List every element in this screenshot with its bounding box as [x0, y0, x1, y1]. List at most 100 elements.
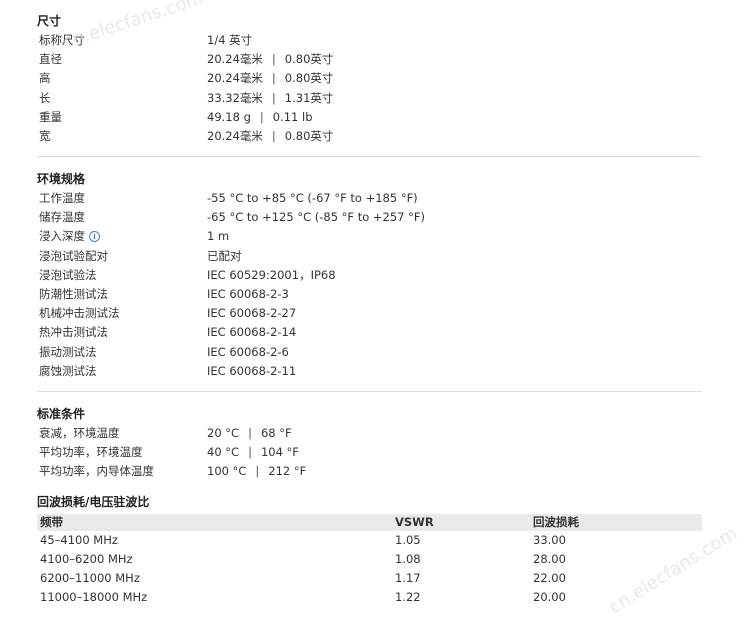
- spec-label: 重量: [39, 109, 62, 124]
- spec-value: 20.24毫米 | 0.80英寸: [207, 69, 333, 88]
- table-cell: 1.17: [395, 571, 421, 585]
- spec-row: 高 20.24毫米 | 0.80英寸: [37, 69, 702, 88]
- spec-value: IEC 60068-2-27: [207, 306, 297, 321]
- separator: |: [271, 52, 276, 67]
- imperial-value: 0.80英寸: [284, 52, 334, 67]
- spec-value: -65 °C to +125 °C (-85 °F to +257 °F): [207, 210, 425, 225]
- spec-value: IEC 60068-2-14: [207, 325, 297, 340]
- table-cell: 45–4100 MHz: [40, 533, 118, 547]
- section-title: 尺寸: [37, 14, 62, 28]
- section-title: 回波损耗/电压驻波比: [37, 495, 150, 509]
- spec-value: 20.24毫米 | 0.80英寸: [207, 50, 333, 69]
- spec-label: 热冲击测试法: [39, 325, 108, 340]
- spec-label: 长: [39, 90, 51, 105]
- separator: |: [271, 90, 276, 105]
- spec-row: 标称尺寸 1/4 英寸: [37, 31, 702, 50]
- table-cell: 4100–6200 MHz: [40, 552, 133, 566]
- spec-label: 标称尺寸: [39, 33, 85, 47]
- imperial-value: 68 °F: [260, 426, 292, 440]
- table-cell: 28.00: [533, 552, 566, 566]
- table-cell: 1.22: [395, 590, 421, 604]
- spec-row: 浸泡试验配对 已配对: [37, 247, 702, 266]
- divider: [37, 391, 702, 392]
- spec-row: 平均功率，内导体温度 100 °C | 212 °F: [37, 462, 702, 481]
- table-cell: 6200–11000 MHz: [40, 571, 140, 585]
- spec-label: 平均功率，环境温度: [39, 445, 143, 460]
- table-header: 频带 VSWR 回波损耗: [37, 514, 702, 531]
- spec-row: 长 33.32毫米 | 1.31英寸: [37, 89, 702, 108]
- spec-value: -55 °C to +85 °C (-67 °F to +185 °F): [207, 191, 418, 205]
- table-row: 11000–18000 MHz 1.22 20.00: [37, 588, 702, 607]
- spec-value: IEC 60068-2-3: [207, 286, 289, 301]
- metric-value: 20.24毫米: [207, 52, 263, 67]
- divider: [37, 156, 702, 157]
- spec-row: 热冲击测试法 IEC 60068-2-14: [37, 323, 702, 342]
- table-cell: 1.08: [395, 552, 421, 566]
- return-loss-table: 频带 VSWR 回波损耗 45–4100 MHz 1.05 33.00 4100…: [37, 514, 702, 607]
- spec-value: IEC 60068-2-11: [207, 363, 297, 378]
- spec-label: 工作温度: [39, 191, 85, 205]
- separator: |: [255, 464, 260, 479]
- imperial-value: 212 °F: [268, 464, 307, 479]
- spec-row: 腐蚀测试法 IEC 60068-2-11: [37, 362, 702, 381]
- metric-value: 33.32毫米: [207, 90, 263, 105]
- table-row: 6200–11000 MHz 1.17 22.00: [37, 569, 702, 588]
- spec-label: 腐蚀测试法: [39, 363, 97, 378]
- table-row: 4100–6200 MHz 1.08 28.00: [37, 550, 702, 569]
- spec-value: 20 °C | 68 °F: [207, 424, 292, 443]
- spec-row: 工作温度 -55 °C to +85 °C (-67 °F to +185 °F…: [37, 189, 702, 208]
- separator: |: [248, 426, 252, 440]
- table-cell: 20.00: [533, 590, 566, 604]
- table-cell: 1.05: [395, 533, 421, 547]
- spec-row: 储存温度 -65 °C to +125 °C (-85 °F to +257 °…: [37, 208, 702, 227]
- spec-row: 重量 49.18 g | 0.11 lb: [37, 108, 702, 127]
- spec-value: IEC 60068-2-6: [207, 344, 289, 359]
- spec-value: 1/4 英寸: [207, 33, 253, 47]
- imperial-value: 0.80英寸: [284, 71, 334, 86]
- spec-row: 平均功率，环境温度 40 °C | 104 °F: [37, 443, 702, 462]
- spec-label: 防潮性测试法: [39, 286, 108, 301]
- section-title: 环境规格: [37, 172, 86, 186]
- spec-row: 振动测试法 IEC 60068-2-6: [37, 343, 702, 362]
- metric-value: 100 °C: [207, 464, 247, 479]
- spec-value: 40 °C | 104 °F: [207, 443, 299, 462]
- separator: |: [271, 71, 276, 86]
- standard-conditions-section: 标准条件 衰减，环境温度 20 °C | 68 °F 平均功率，环境温度 40 °C…: [37, 405, 702, 482]
- spec-row: 机械冲击测试法 IEC 60068-2-27: [37, 304, 702, 323]
- metric-value: 20.24毫米: [207, 71, 263, 86]
- metric-value: 40 °C: [207, 445, 240, 460]
- spec-row: 直径 20.24毫米 | 0.80英寸: [37, 50, 702, 69]
- column-header: VSWR: [395, 515, 434, 529]
- column-header: 回波损耗: [533, 515, 579, 529]
- table-row: 45–4100 MHz 1.05 33.00: [37, 531, 702, 550]
- spec-label: 平均功率，内导体温度: [39, 464, 154, 479]
- spec-value: 20.24毫米 | 0.80英寸: [207, 127, 333, 146]
- spec-row: 衰减，环境温度 20 °C | 68 °F: [37, 424, 702, 443]
- imperial-value: 0.80英寸: [284, 128, 334, 143]
- separator: |: [259, 109, 264, 124]
- spec-row: 宽 20.24毫米 | 0.80英寸: [37, 127, 702, 146]
- metric-value: 20.24毫米: [207, 128, 263, 143]
- separator: |: [248, 445, 252, 460]
- spec-label: 浸入深度 i: [39, 227, 100, 246]
- spec-value: 33.32毫米 | 1.31英寸: [207, 89, 333, 108]
- spec-label: 浸泡试验法: [39, 267, 97, 282]
- spec-sheet: 尺寸 标称尺寸 1/4 英寸 直径 20.24毫米 | 0.80英寸 高 20.24…: [0, 0, 750, 622]
- spec-row: 浸泡试验法 IEC 60529:2001，IP68: [37, 266, 702, 285]
- spec-label: 储存温度: [39, 210, 85, 225]
- spec-value: 100 °C | 212 °F: [207, 462, 306, 481]
- info-icon[interactable]: i: [89, 231, 100, 243]
- spec-label: 直径: [39, 52, 62, 67]
- spec-value: 1 m: [207, 229, 230, 244]
- metric-value: 49.18 g: [207, 109, 251, 124]
- table-cell: 33.00: [533, 533, 566, 547]
- environment-section: 环境规格 工作温度 -55 °C to +85 °C (-67 °F to +1…: [37, 170, 702, 381]
- imperial-value: 104 °F: [260, 445, 299, 460]
- spec-label: 衰减，环境温度: [39, 426, 120, 440]
- spec-value: 49.18 g | 0.11 lb: [207, 108, 313, 127]
- spec-row: 防潮性测试法 IEC 60068-2-3: [37, 285, 702, 304]
- spec-label: 机械冲击测试法: [39, 306, 120, 321]
- section-title: 标准条件: [37, 407, 86, 421]
- imperial-value: 0.11 lb: [272, 109, 313, 124]
- separator: |: [271, 128, 276, 143]
